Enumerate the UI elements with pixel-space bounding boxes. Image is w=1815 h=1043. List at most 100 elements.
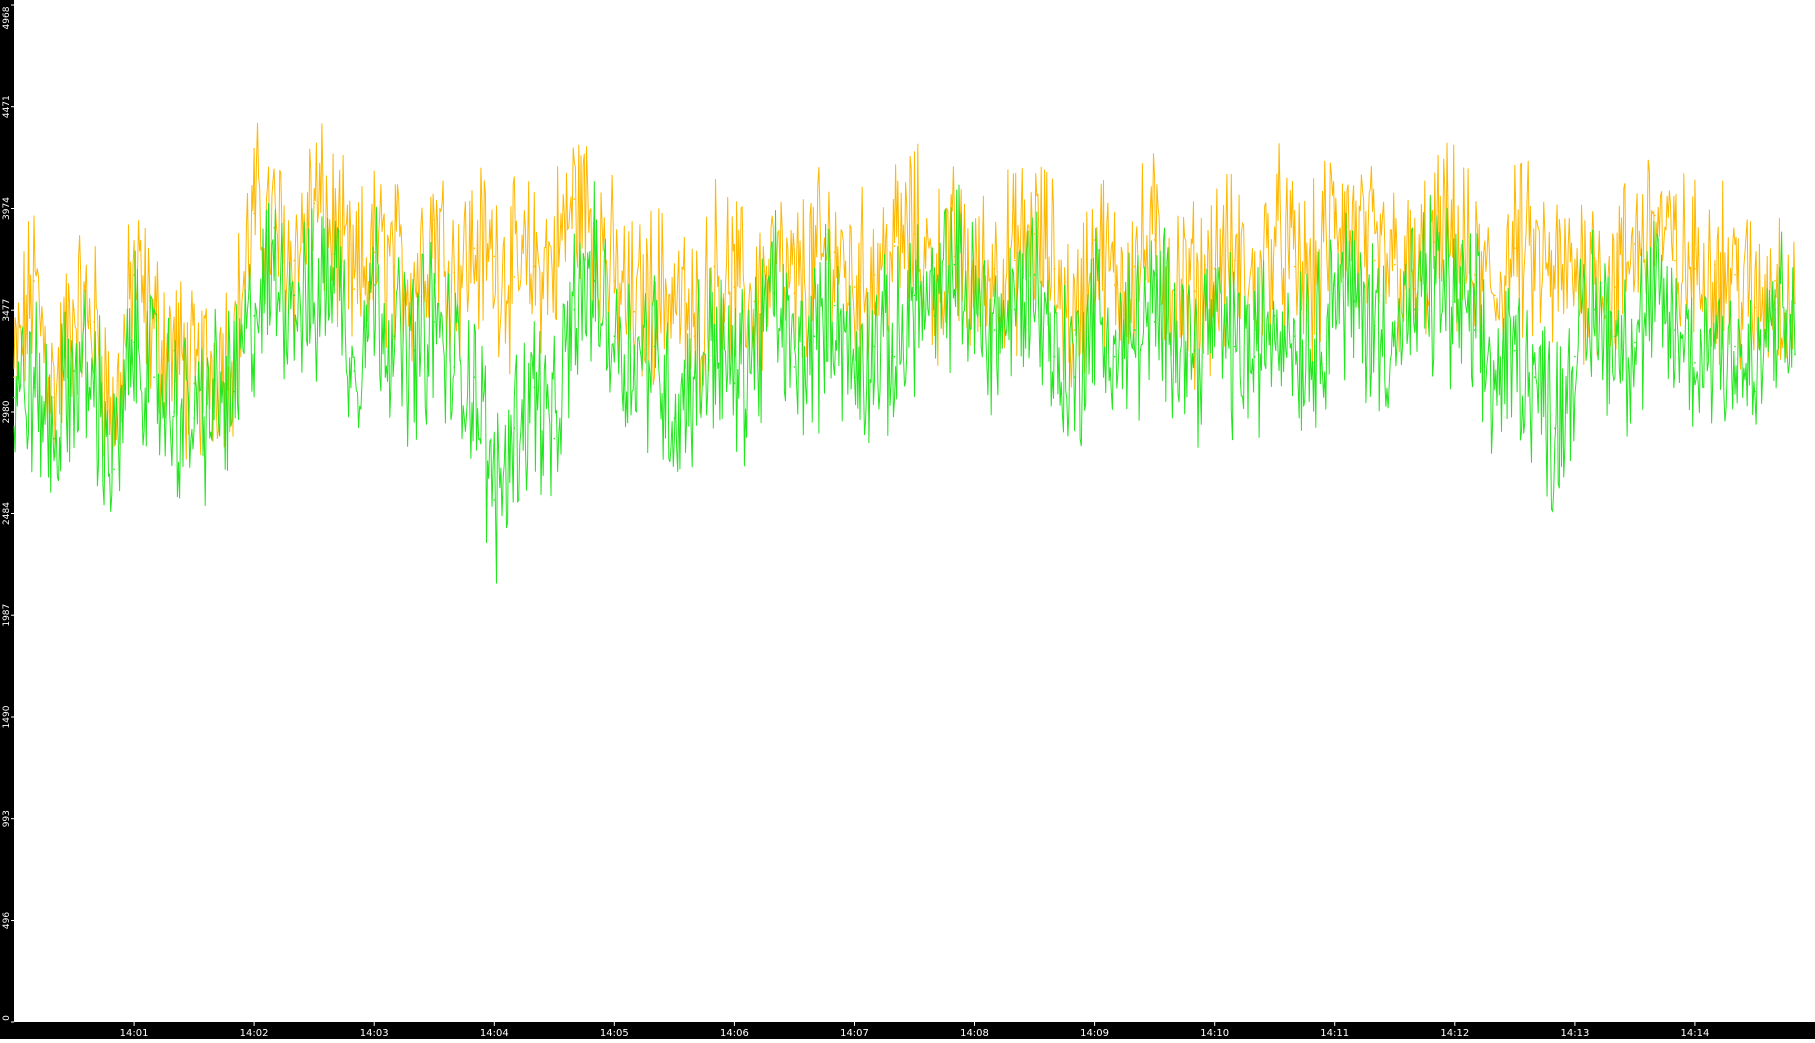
series-0-point <box>733 286 736 288</box>
series-1-point <box>513 427 516 430</box>
series-0-point <box>1674 259 1676 262</box>
y-tick-label: 4968 <box>2 6 12 29</box>
series-0-point <box>1694 267 1696 270</box>
y-tick-label: 1987 <box>2 604 12 627</box>
series-0-point <box>1474 274 1476 276</box>
series-0-point <box>1434 241 1436 243</box>
series-0-point <box>73 308 75 311</box>
series-1-point <box>1434 284 1436 286</box>
series-1-point <box>913 294 916 297</box>
series-1-point <box>1754 390 1756 393</box>
series-0-point <box>93 321 95 323</box>
series-0-point <box>153 327 155 329</box>
series-1-point <box>973 308 976 311</box>
series-1-point <box>733 382 736 385</box>
series-1-point <box>533 386 536 389</box>
series-1-point <box>1694 362 1696 364</box>
series-1-point <box>1013 308 1016 311</box>
series-1-point <box>1173 315 1176 317</box>
series-0-point <box>673 292 676 295</box>
series-1-point <box>113 468 115 471</box>
series-0-point <box>1073 329 1076 331</box>
series-0-point <box>1313 280 1316 282</box>
series-1-point <box>1554 427 1556 430</box>
series-1-point <box>1333 284 1336 286</box>
series-0-point <box>613 280 616 282</box>
series-0-point <box>633 310 636 313</box>
y-tick-label: 3477 <box>2 299 12 322</box>
series-0-point <box>953 255 956 258</box>
series-1-point <box>473 376 476 379</box>
series-1-point <box>1113 355 1116 358</box>
series-0-point <box>13 376 15 379</box>
series-0-point <box>1153 239 1156 241</box>
series-1-point <box>553 437 556 440</box>
series-1-point <box>1213 321 1216 323</box>
series-0-point <box>793 292 796 295</box>
series-0-point <box>913 233 916 235</box>
series-0-point <box>713 265 716 268</box>
series-0-point <box>993 267 996 270</box>
series-1-point <box>1313 345 1316 348</box>
series-1-point <box>1293 335 1296 338</box>
series-0-point <box>1774 280 1776 282</box>
series-0-point <box>573 198 576 200</box>
series-1-point <box>313 308 316 311</box>
series-1-point <box>1654 304 1656 307</box>
series-1-point <box>1394 335 1396 338</box>
series-1-point <box>393 335 396 338</box>
series-1-point <box>1193 349 1196 352</box>
series-0-point <box>313 202 316 204</box>
series-0-point <box>1794 302 1796 305</box>
series-0-point <box>353 288 356 290</box>
y-tick-label: 496 <box>2 912 12 929</box>
x-tick-label: 14:09 <box>1080 1028 1109 1039</box>
series-0-point <box>1233 259 1236 262</box>
series-0-point <box>1414 288 1416 290</box>
series-1-point <box>793 366 796 368</box>
series-1-point <box>53 437 55 440</box>
series-0-point <box>1394 263 1396 266</box>
series-1-point <box>93 382 95 385</box>
series-0-point <box>1033 233 1036 235</box>
series-1-point <box>293 294 296 297</box>
series-0-point <box>1193 290 1196 293</box>
series-0-point <box>1273 233 1276 235</box>
series-0-point <box>1333 212 1336 215</box>
y-tick-label: 3974 <box>2 197 12 220</box>
series-1-point <box>1794 353 1796 356</box>
x-tick-label: 14:14 <box>1680 1028 1709 1039</box>
series-1-point <box>1033 274 1036 276</box>
series-0-point <box>693 335 696 338</box>
series-1-point <box>713 335 716 338</box>
series-0-point <box>1494 294 1496 297</box>
series-1-point <box>413 349 416 352</box>
series-1-point <box>1414 308 1416 311</box>
series-1-point <box>953 263 956 266</box>
x-tick-label: 14:11 <box>1320 1028 1349 1039</box>
series-0-point <box>1734 274 1736 276</box>
series-1-point <box>993 329 996 331</box>
series-0-point <box>553 259 556 262</box>
plot-background <box>0 0 1815 1039</box>
series-1-point <box>773 292 776 295</box>
series-1-point <box>13 396 15 399</box>
x-tick-label: 14:02 <box>240 1028 269 1039</box>
series-1-point <box>573 308 576 311</box>
series-0-point <box>293 259 296 262</box>
series-1-point <box>433 321 436 323</box>
series-1-point <box>493 499 496 501</box>
series-1-point <box>1374 325 1376 327</box>
series-1-point <box>833 304 836 307</box>
series-1-point <box>1674 329 1676 331</box>
series-0-point <box>33 280 35 282</box>
x-tick-label: 14:06 <box>720 1028 749 1039</box>
series-1-point <box>1253 355 1256 358</box>
series-1-point <box>1634 341 1636 344</box>
series-0-point <box>53 396 55 399</box>
series-0-point <box>1374 259 1376 262</box>
y-tick-label: 0 <box>2 1015 12 1021</box>
series-1-point <box>873 345 876 348</box>
series-1-point <box>173 411 175 413</box>
series-1-point <box>1534 376 1536 379</box>
